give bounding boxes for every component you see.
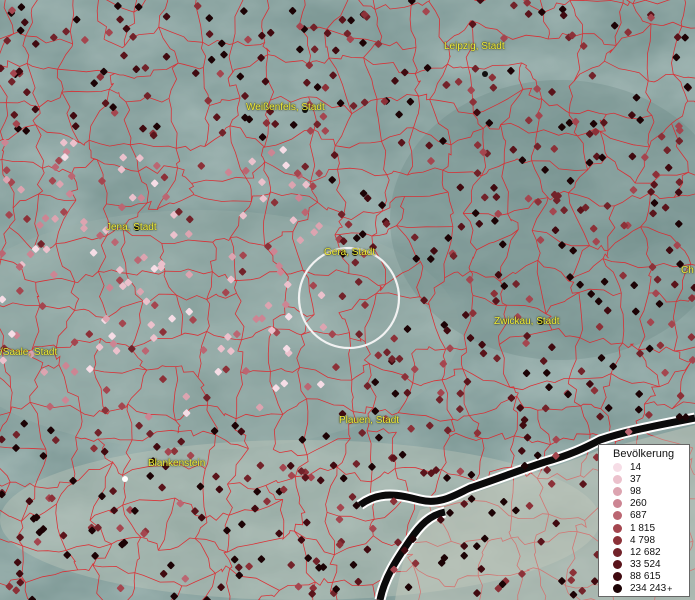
legend-item: 1 815: [603, 522, 685, 534]
city-label-zwickau: Zwickau, Stadt: [494, 316, 560, 327]
city-label-blankenstein: Blankenstein: [148, 458, 206, 469]
legend-swatch: [613, 486, 622, 496]
legend-label: 14: [630, 461, 642, 473]
legend-swatch: [613, 511, 622, 521]
city-label-gera: Gera, Stadt: [324, 247, 376, 258]
legend-label: 1 815: [630, 522, 656, 534]
legend-item: 14: [603, 461, 685, 473]
legend-item: 260: [603, 498, 685, 510]
legend-label: 88 615: [630, 571, 661, 583]
map-canvas[interactable]: [0, 0, 695, 600]
legend-swatch: [613, 474, 622, 484]
legend-swatch: [613, 584, 622, 594]
legend-label: 4 798: [630, 534, 656, 546]
legend-swatch: [613, 572, 622, 582]
legend-item: 687: [603, 510, 685, 522]
legend-swatch: [613, 523, 622, 533]
legend-label: 98: [630, 485, 642, 497]
city-label-saale: /Saale, Stadt: [0, 347, 58, 358]
city-marker-leipzig: [482, 71, 488, 77]
legend-item: 234 243 +: [603, 583, 685, 595]
city-marker-blankenstein: [122, 476, 128, 482]
city-label-jena: Jena, Stadt: [106, 222, 157, 233]
legend-item: 98: [603, 485, 685, 497]
legend-item: 4 798: [603, 534, 685, 546]
legend-title: Bevölkerung: [613, 448, 675, 460]
legend-swatch: [613, 462, 622, 472]
city-label-weissenfels: Weißenfels, Stadt: [246, 102, 325, 113]
legend-label: 687: [630, 510, 647, 522]
city-label-leipzig: Leipzig, Stadt: [444, 41, 505, 52]
legend-label: 33 524: [630, 559, 661, 571]
legend-swatch: [613, 535, 622, 545]
legend-item: 33 524: [603, 559, 685, 571]
legend-label: 12 682: [630, 546, 661, 558]
legend-item: 12 682: [603, 546, 685, 558]
city-label-plauen: Plauen, Stadt: [339, 415, 400, 426]
legend-swatch: [613, 547, 622, 557]
city-label-ch: Ch: [681, 265, 694, 276]
legend-items: 14 37 98 260 687 1 815 4 798 12 682 33 524 88 615…: [603, 461, 685, 595]
legend-label: 234 243: [630, 583, 667, 595]
population-legend: Bevölkerung 14 37 98 260 687 1 815 4 798 12 682…: [598, 444, 690, 597]
legend-plus: +: [667, 583, 673, 594]
legend-item: 88 615: [603, 571, 685, 583]
legend-label: 37: [630, 473, 642, 485]
legend-item: 37: [603, 473, 685, 485]
legend-label: 260: [630, 498, 647, 510]
legend-swatch: [613, 560, 622, 570]
legend-swatch: [613, 499, 622, 509]
